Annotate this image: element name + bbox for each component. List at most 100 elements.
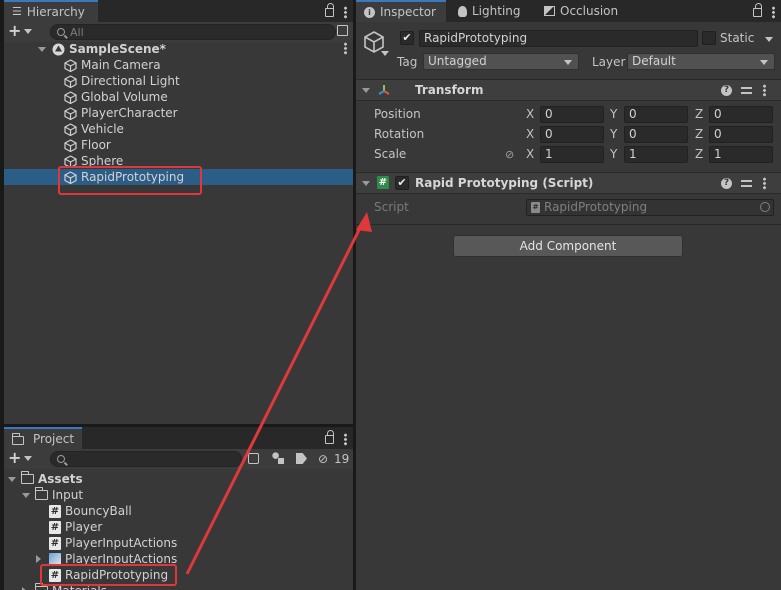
hierarchy-item[interactable]: PlayerCharacter [4, 105, 353, 121]
create-asset-button[interactable]: + [8, 450, 33, 466]
create-button[interactable]: + [8, 23, 33, 39]
transform-header[interactable]: Transform ? [356, 79, 781, 101]
lightbulb-icon [458, 5, 467, 17]
lock-icon[interactable] [753, 3, 762, 17]
axis-label-z[interactable]: Z [695, 107, 703, 121]
tab-project[interactable]: Project [4, 427, 82, 449]
transform-x-field[interactable]: 0 [540, 126, 604, 143]
hierarchy-item[interactable]: RapidPrototyping [4, 169, 353, 185]
transform-y-field[interactable]: 0 [624, 126, 688, 143]
search-icon [57, 28, 65, 36]
hierarchy-item[interactable]: Sphere [4, 153, 353, 169]
info-icon: i [364, 6, 375, 18]
axis-label-x[interactable]: X [526, 127, 534, 141]
hidden-packages-icon[interactable]: ⊘ [318, 452, 328, 466]
lock-icon[interactable] [325, 3, 334, 17]
script-component-header[interactable]: # ✔ Rapid Prototyping (Script) ? [356, 172, 781, 194]
axis-label-y[interactable]: Y [610, 127, 617, 141]
hierarchy-item[interactable]: Main Camera [4, 57, 353, 73]
transform-y-field[interactable]: 0 [624, 106, 688, 123]
filter-by-type-icon[interactable] [272, 452, 284, 464]
component-more-icon[interactable] [763, 177, 766, 190]
project-item[interactable]: # RapidPrototyping [4, 567, 353, 583]
inspector-tabbar: i Inspector Lighting Occlusion [356, 0, 781, 22]
project-item-label: PlayerInputActions [65, 552, 178, 566]
project-panel: Project + ⊘ 19 Assets Input # BouncyBall # Pl… [4, 427, 353, 590]
project-item[interactable]: # BouncyBall [4, 503, 353, 519]
project-item[interactable]: # PlayerInputActions [4, 535, 353, 551]
more-icon[interactable] [344, 6, 347, 19]
tag-label: Tag [397, 55, 418, 69]
transform-z-field[interactable]: 0 [709, 106, 773, 123]
more-icon[interactable] [344, 433, 347, 446]
presets-icon[interactable] [741, 178, 752, 188]
project-item[interactable]: Materials [4, 583, 353, 590]
axis-label-y[interactable]: Y [610, 107, 617, 121]
static-checkbox[interactable] [702, 31, 716, 45]
list-icon: ☰ [12, 5, 22, 18]
help-icon[interactable]: ? [721, 178, 732, 189]
chevron-down-icon[interactable] [38, 46, 46, 52]
hierarchy-search-input[interactable]: All [50, 24, 336, 40]
gameobject-cube-icon [64, 138, 77, 152]
script-enabled-checkbox[interactable]: ✔ [395, 176, 409, 190]
tab-occlusion[interactable]: Occlusion [536, 0, 626, 22]
gameobject-cube-icon [64, 58, 77, 72]
axis-label-z[interactable]: Z [695, 147, 703, 161]
axis-label-x[interactable]: X [526, 147, 534, 161]
transform-z-field[interactable]: 1 [709, 146, 773, 163]
lock-icon[interactable] [325, 430, 334, 444]
gameobject-cube-icon [64, 106, 77, 120]
folder-icon [11, 432, 24, 445]
hierarchy-item[interactable]: Directional Light [4, 73, 353, 89]
hierarchy-item-label: Main Camera [81, 58, 161, 72]
inspector-panel: i Inspector Lighting Occlusion ✔ RapidPr… [356, 0, 781, 590]
hierarchy-item[interactable]: Global Volume [4, 89, 353, 105]
chevron-down-icon[interactable] [362, 88, 370, 93]
transform-title: Transform [415, 83, 484, 97]
search-by-type-icon[interactable] [248, 453, 259, 464]
gameobject-cube-icon [64, 170, 77, 184]
hierarchy-item[interactable]: Floor [4, 137, 353, 153]
tab-hierarchy[interactable]: ☰ Hierarchy [4, 0, 98, 22]
axis-label-z[interactable]: Z [695, 127, 703, 141]
project-item-label: Input [52, 488, 84, 502]
project-item[interactable]: PlayerInputActions [4, 551, 353, 567]
tag-icon[interactable] [296, 453, 307, 464]
transform-y-field[interactable]: 1 [624, 146, 688, 163]
project-item-label: BouncyBall [65, 504, 132, 518]
layer-dropdown[interactable]: Default [627, 53, 775, 70]
component-more-icon[interactable] [763, 84, 766, 97]
transform-z-field[interactable]: 0 [709, 126, 773, 143]
tab-inspector[interactable]: i Inspector [356, 0, 446, 22]
object-picker-icon[interactable] [760, 202, 770, 212]
project-item[interactable]: # Player [4, 519, 353, 535]
constrain-proportions-icon[interactable]: ⊘ [505, 148, 514, 161]
tag-dropdown[interactable]: Untagged [423, 53, 579, 70]
more-icon[interactable] [772, 6, 775, 19]
add-component-button[interactable]: Add Component [453, 235, 683, 257]
icon-dropdown-icon[interactable] [381, 51, 389, 56]
project-search-input[interactable] [50, 451, 242, 467]
chevron-down-icon[interactable] [8, 476, 21, 482]
static-dropdown-icon[interactable] [765, 37, 773, 42]
project-item[interactable]: Input [4, 487, 353, 503]
chevron-right-icon[interactable] [36, 555, 49, 563]
chevron-down-icon[interactable] [362, 181, 370, 186]
help-icon[interactable]: ? [721, 85, 732, 96]
object-name-field[interactable]: RapidPrototyping [419, 30, 698, 47]
chevron-down-icon[interactable] [22, 492, 35, 498]
active-checkbox[interactable]: ✔ [400, 31, 414, 45]
axis-label-y[interactable]: Y [610, 147, 617, 161]
search-options-icon[interactable] [337, 25, 348, 36]
transform-x-field[interactable]: 1 [540, 146, 604, 163]
csharp-script-icon: # [49, 536, 61, 550]
axis-label-x[interactable]: X [526, 107, 534, 121]
transform-x-field[interactable]: 0 [540, 106, 604, 123]
tab-lighting[interactable]: Lighting [450, 0, 529, 22]
scene-row[interactable]: SampleScene* [4, 41, 353, 57]
presets-icon[interactable] [741, 85, 752, 95]
hierarchy-item[interactable]: Vehicle [4, 121, 353, 137]
project-item[interactable]: Assets [4, 471, 353, 487]
scene-more-icon[interactable] [344, 42, 347, 55]
